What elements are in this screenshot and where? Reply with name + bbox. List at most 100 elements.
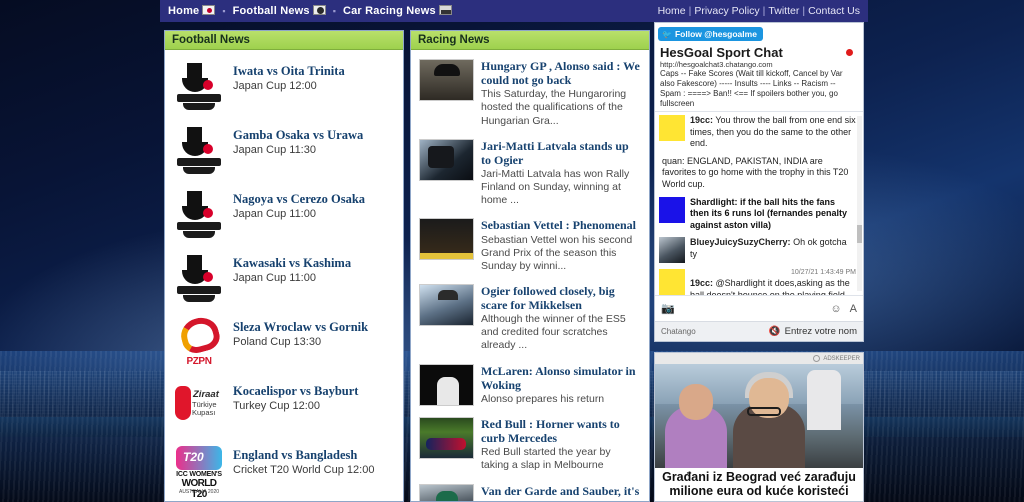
match-row[interactable]: Nagoya vs Cerezo Osaka Japan Cup 11:00 — [171, 182, 397, 246]
article-row[interactable]: Sebastian Vettel : Phenomenal Sebastian … — [417, 213, 643, 279]
article-excerpt: This Saturday, the Hungaroring hosted th… — [481, 88, 627, 127]
article-excerpt: Alonso prepares his return — [481, 392, 605, 405]
adskeeper-logo-icon — [813, 355, 821, 362]
match-title[interactable]: Kocaelispor vs Bayburt — [233, 384, 358, 398]
camera-icon[interactable]: 📷 — [661, 302, 675, 315]
article-thumbnail — [419, 283, 474, 326]
nav-link-home[interactable]: Home — [168, 5, 216, 17]
article-row[interactable]: Jari-Matti Latvala stands up to Ogier Ja… — [417, 134, 643, 214]
twitter-follow-label: Follow @hesgoalme — [674, 29, 757, 39]
chatango-brand: Chatango — [661, 327, 696, 336]
match-meta: Japan Cup 11:30 — [233, 144, 316, 157]
ad-image-background-person — [807, 370, 841, 430]
nav-link-football-news[interactable]: Football News — [233, 5, 326, 17]
article-title[interactable]: Jari-Matti Latvala stands up to Ogier — [481, 139, 641, 167]
chat-message: BlueyJuicySuzyCherry: Oh ok gotcha ty — [655, 234, 863, 266]
top-navigation-bar: Home ▪ Football News ▪ Car Racing News H… — [160, 0, 868, 22]
match-title[interactable]: Kawasaki vs Kashima — [233, 256, 351, 270]
match-meta: Japan Cup 11:00 — [233, 272, 316, 285]
chat-scrollbar-track[interactable] — [857, 116, 862, 291]
car-icon — [438, 5, 452, 15]
ad-provider-label: ADSKEEPER — [823, 355, 860, 362]
article-thumbnail — [419, 59, 474, 101]
article-row[interactable]: Red Bull : Horner wants to curb Mercedes… — [417, 412, 643, 479]
article-row[interactable]: Ogier followed closely, big scare for Mi… — [417, 279, 643, 359]
chat-title: HesGoal Sport Chat — [660, 45, 783, 60]
utility-nav: Home | Privacy Policy | Twitter | Contact Us — [658, 5, 860, 17]
match-meta: Poland Cup 13:30 — [233, 336, 322, 349]
twitter-bird-icon: 🐦 — [662, 29, 672, 39]
pzpn-crest-label: PZPN — [186, 356, 212, 367]
football-news-list: Iwata vs Oita Trinita Japan Cup 12:00 Ga… — [165, 50, 403, 501]
utility-link-twitter[interactable]: Twitter — [768, 5, 799, 17]
nav-link-home-label: Home — [168, 5, 200, 17]
utility-divider-2: | — [762, 5, 766, 17]
live-indicator-icon — [846, 49, 853, 56]
article-title[interactable]: Sebastian Vettel : Phenomenal — [481, 218, 641, 232]
match-row[interactable]: Gamba Osaka vs Urawa Japan Cup 11:30 — [171, 118, 397, 182]
match-meta: Cricket T20 World Cup 12:00 — [233, 464, 375, 477]
jp-flag-icon — [202, 5, 216, 15]
jleague-crest-icon — [173, 188, 225, 240]
utility-divider-1: | — [688, 5, 692, 17]
article-row[interactable]: Van der Garde and Sauber, it's over Gied… — [417, 479, 643, 501]
article-title[interactable]: Hungary GP , Alonso said : We could not … — [481, 59, 641, 87]
chat-title-row: HesGoal Sport Chat — [655, 44, 863, 60]
utility-link-home[interactable]: Home — [658, 5, 686, 17]
advertisement-panel[interactable]: ADSKEEPER Građani iz Beograd već zarađuj… — [654, 352, 864, 502]
chat-message-timestamp: 10/27/21 1:43:49 PM — [791, 269, 856, 277]
utility-link-contact-us[interactable]: Contact Us — [808, 5, 860, 17]
article-thumbnail — [419, 483, 474, 501]
racing-news-column: Racing News Hungary GP , Alonso said : W… — [410, 30, 650, 502]
chat-compose-bar[interactable]: 📷 ☺ A — [655, 295, 863, 321]
article-excerpt: Red Bull started the year by taking a sl… — [481, 446, 611, 472]
article-row[interactable]: Hungary GP , Alonso said : We could not … — [417, 54, 643, 134]
article-title[interactable]: Van der Garde and Sauber, it's over — [481, 484, 641, 501]
chat-url[interactable]: http://hesgoalchat3.chatango.com — [655, 60, 863, 69]
font-color-icon[interactable]: A — [850, 303, 857, 315]
ball-icon — [312, 5, 326, 15]
match-row[interactable]: Ziraat Türkiye Kupası Kocaelispor vs Bay… — [171, 374, 397, 438]
chat-message-list[interactable]: 19cc: You throw the ball from one end si… — [655, 111, 863, 295]
emoji-icon[interactable]: ☺ — [830, 303, 841, 315]
chat-message: 19cc: You throw the ball from one end si… — [655, 112, 863, 153]
match-title[interactable]: Gamba Osaka vs Urawa — [233, 128, 363, 142]
mute-icon[interactable]: 🔇 — [769, 326, 781, 337]
chat-message-author: 19cc: — [690, 278, 714, 289]
chat-message-author: 19cc: — [690, 115, 714, 125]
jleague-crest-icon — [173, 252, 225, 304]
racing-news-header: Racing News — [411, 31, 649, 50]
chat-message: Shardlight: if the ball hits the fans th… — [655, 194, 863, 235]
nav-link-car-racing-news[interactable]: Car Racing News — [343, 5, 452, 17]
chat-message: 10/27/21 1:43:49 PM 19cc: @Shardlight it… — [655, 266, 863, 295]
article-title[interactable]: McLaren: Alonso simulator in Woking — [481, 364, 641, 392]
article-thumbnail — [419, 138, 474, 181]
ziraat-crest-label-top: Ziraat — [193, 389, 219, 400]
match-title[interactable]: Sleza Wroclaw vs Gornik — [233, 320, 368, 334]
article-title[interactable]: Ogier followed closely, big scare for Mi… — [481, 284, 641, 312]
chat-scrollbar-thumb[interactable] — [857, 225, 862, 244]
match-row[interactable]: Kawasaki vs Kashima Japan Cup 11:00 — [171, 246, 397, 310]
article-excerpt: Although the winner of the ES5 and credi… — [481, 313, 626, 352]
match-row[interactable]: Iwata vs Oita Trinita Japan Cup 12:00 — [171, 54, 397, 118]
match-title[interactable]: Nagoya vs Cerezo Osaka — [233, 192, 365, 206]
match-row[interactable]: PZPN Sleza Wroclaw vs Gornik Poland Cup … — [171, 310, 397, 374]
ad-headline[interactable]: Građani iz Beograd već zarađuju milione … — [655, 468, 863, 501]
avatar — [659, 237, 685, 264]
utility-link-privacy-policy[interactable]: Privacy Policy — [694, 5, 759, 17]
match-row[interactable]: ICC WOMEN'S WORLD T20 AUSTRALIA 2020 Eng… — [171, 438, 397, 501]
article-excerpt: Sebastian Vettel won his second Grand Pr… — [481, 233, 633, 272]
icc-t20-crest-icon: ICC WOMEN'S WORLD T20 AUSTRALIA 2020 — [173, 444, 225, 500]
chat-message-author: BlueyJuicySuzyCherry: — [690, 237, 791, 248]
football-news-column: Football News Iwata vs Oita Trinita Japa… — [164, 30, 404, 502]
article-title[interactable]: Red Bull : Horner wants to curb Mercedes — [481, 417, 641, 445]
jleague-crest-icon — [173, 124, 225, 176]
twitter-follow-button[interactable]: 🐦 Follow @hesgoalme — [658, 27, 763, 41]
match-title[interactable]: Iwata vs Oita Trinita — [233, 64, 345, 78]
chat-footer: Chatango 🔇 Entrez votre nom — [655, 321, 863, 341]
match-title[interactable]: England vs Bangladesh — [233, 448, 374, 462]
avatar — [659, 115, 685, 141]
name-prompt[interactable]: 🔇 Entrez votre nom — [769, 326, 857, 337]
ad-image[interactable] — [655, 364, 863, 468]
article-row[interactable]: McLaren: Alonso simulator in Woking Alon… — [417, 359, 643, 412]
